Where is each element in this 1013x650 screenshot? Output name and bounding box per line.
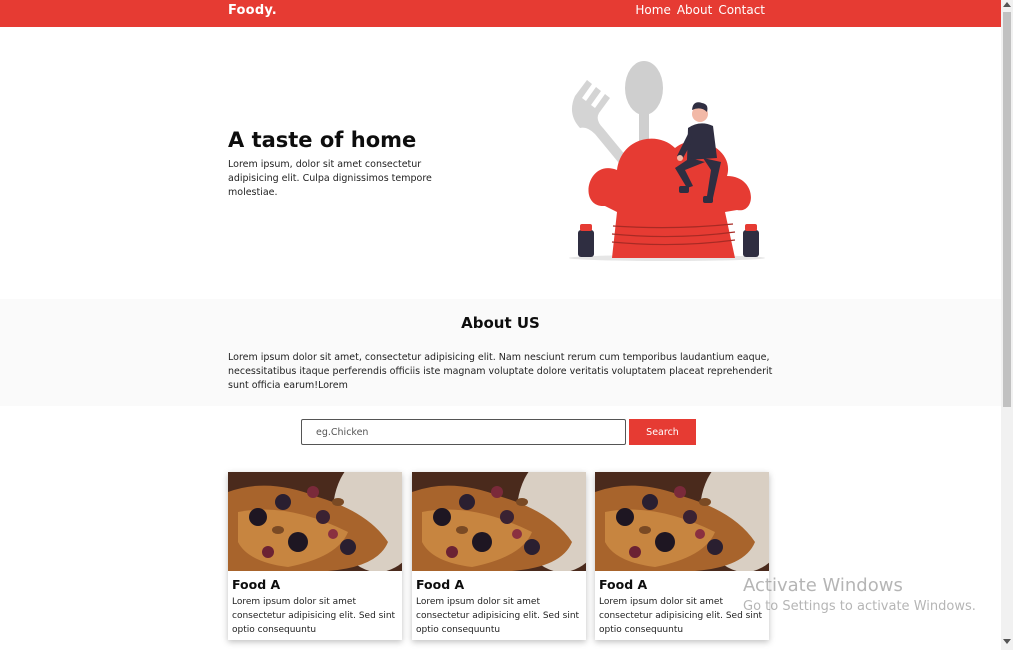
food-card[interactable]: Food A Lorem ipsum dolor sit amet consec… bbox=[595, 472, 769, 640]
nav-link-home[interactable]: Home bbox=[635, 3, 670, 17]
food-image bbox=[595, 472, 769, 571]
food-image bbox=[228, 472, 402, 571]
about-text: Lorem ipsum dolor sit amet, consectetur … bbox=[228, 352, 773, 391]
spoon-icon bbox=[625, 61, 663, 148]
activation-watermark-title: Activate Windows bbox=[743, 575, 903, 596]
nav-link-about[interactable]: About bbox=[677, 3, 712, 17]
scrollbar-thumb[interactable] bbox=[1003, 12, 1011, 407]
nav-link-contact[interactable]: Contact bbox=[718, 3, 765, 17]
pepper-shaker-icon bbox=[743, 224, 759, 257]
scroll-down-arrow-icon[interactable] bbox=[1003, 639, 1011, 644]
card-text: Lorem ipsum dolor sit amet consectetur a… bbox=[416, 597, 580, 635]
brand-logo[interactable]: Foody. bbox=[228, 3, 277, 18]
page: Foody. Home About Contact A taste of hom… bbox=[0, 0, 1001, 650]
card-text: Lorem ipsum dolor sit amet consectetur a… bbox=[599, 597, 763, 635]
card-text: Lorem ipsum dolor sit amet consectetur a… bbox=[232, 597, 396, 635]
hero-illustration bbox=[569, 61, 765, 261]
card-title: Food A bbox=[232, 577, 281, 592]
hero-text: Lorem ipsum, dolor sit amet consectetur … bbox=[228, 159, 432, 198]
scroll-up-arrow-icon[interactable] bbox=[1003, 2, 1011, 7]
food-card[interactable]: Food A Lorem ipsum dolor sit amet consec… bbox=[412, 472, 586, 640]
food-card[interactable]: Food A Lorem ipsum dolor sit amet consec… bbox=[228, 472, 402, 640]
activation-watermark-subtitle: Go to Settings to activate Windows. bbox=[743, 599, 976, 614]
about-section: About US Lorem ipsum dolor sit amet, con… bbox=[0, 299, 1001, 406]
food-image bbox=[412, 472, 586, 571]
search-input[interactable] bbox=[301, 419, 626, 445]
hero-title: A taste of home bbox=[228, 128, 417, 152]
salt-shaker-icon bbox=[578, 224, 594, 257]
search-button[interactable]: Search bbox=[629, 419, 696, 445]
card-title: Food A bbox=[416, 577, 465, 592]
about-title: About US bbox=[461, 314, 540, 332]
nav-links: Home About Contact bbox=[635, 3, 765, 17]
card-title: Food A bbox=[599, 577, 648, 592]
chef-hat bbox=[588, 138, 751, 258]
navbar: Foody. Home About Contact bbox=[0, 0, 1001, 27]
vertical-scrollbar[interactable] bbox=[1001, 0, 1013, 650]
